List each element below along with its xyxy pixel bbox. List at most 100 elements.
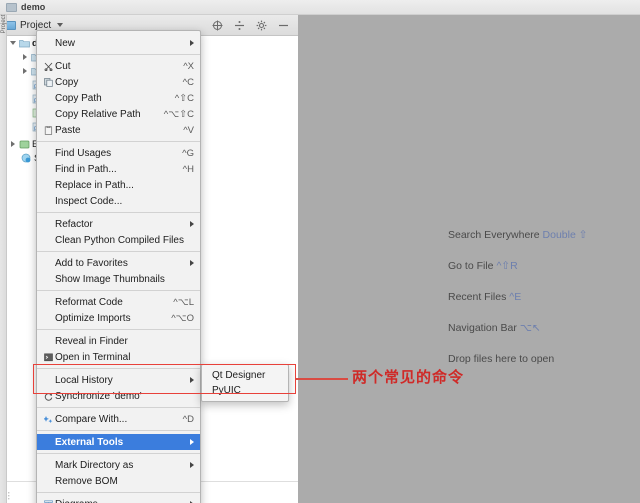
menu-item-label: Open in Terminal — [55, 352, 130, 363]
submenu-arrow-icon — [190, 462, 194, 468]
menu-item-replace-in-path[interactable]: Replace in Path... — [37, 177, 200, 193]
menu-item-label: Reveal in Finder — [55, 336, 128, 347]
menu-item-label: Local History — [55, 375, 113, 386]
menu-separator — [37, 251, 200, 252]
hint-navigation-bar: Navigation Bar ⌥↖ — [448, 322, 640, 334]
menu-item-reformat-code[interactable]: Reformat Code ^⌥L — [37, 294, 200, 310]
hint-label: Drop files here to open — [448, 353, 554, 365]
folder-icon — [18, 39, 30, 48]
editor-hints: Search Everywhere Double ⇧ Go to File ^⇧… — [448, 229, 640, 384]
hint-shortcut: Double ⇧ — [543, 229, 588, 241]
submenu-item-pyuic[interactable]: PyUIC — [202, 383, 288, 398]
folder-icon — [6, 3, 17, 12]
menu-item-label: Copy — [55, 77, 78, 88]
tool-window-rail[interactable]: Project — [0, 15, 7, 503]
annotation-note: 两个常见的命令 — [352, 366, 464, 387]
window-title-bar: demo — [0, 0, 640, 15]
menu-separator — [37, 54, 200, 55]
menu-item-open-in-terminal[interactable]: Open in Terminal — [37, 349, 200, 365]
menu-item-synchronize[interactable]: Synchronize 'demo' — [37, 388, 200, 404]
menu-item-external-tools[interactable]: External Tools — [37, 434, 200, 450]
menu-item-label: Show Image Thumbnails — [55, 274, 165, 285]
menu-item-find-in-path[interactable]: Find in Path... ^H — [37, 161, 200, 177]
scratch-icon — [20, 153, 32, 163]
menu-separator — [37, 368, 200, 369]
hint-shortcut: ^⇧R — [496, 260, 517, 272]
expand-toggle[interactable] — [20, 68, 30, 74]
expand-toggle[interactable] — [8, 141, 18, 147]
clipboard-icon — [41, 126, 55, 135]
context-menu[interactable]: New Cut ^X Copy ^C Copy Path ^⇧C Copy Re — [36, 30, 201, 503]
crosshair-icon[interactable] — [211, 19, 224, 32]
menu-item-remove-bom[interactable]: Remove BOM — [37, 473, 200, 489]
submenu-item-label: PyUIC — [212, 385, 241, 396]
copy-icon — [41, 78, 55, 87]
hint-shortcut: ⌥↖ — [520, 322, 541, 334]
menu-item-mark-directory-as[interactable]: Mark Directory as — [37, 457, 200, 473]
menu-item-diagrams[interactable]: Diagrams — [37, 496, 200, 503]
submenu-arrow-icon — [190, 377, 194, 383]
compare-icon — [41, 415, 55, 424]
library-icon — [18, 140, 30, 149]
menu-item-label: Find in Path... — [55, 164, 117, 175]
menu-item-accelerator: ^⌥O — [157, 313, 194, 324]
project-selector[interactable]: Project — [5, 20, 63, 31]
menu-separator — [37, 329, 200, 330]
menu-item-accelerator: ^X — [169, 61, 194, 72]
hint-label: Recent Files — [448, 291, 509, 303]
menu-item-accelerator: ^⇧C — [161, 93, 194, 104]
menu-item-show-image-thumbnails[interactable]: Show Image Thumbnails — [37, 271, 200, 287]
menu-separator — [37, 453, 200, 454]
menu-item-label: Cut — [55, 61, 71, 72]
menu-item-copy-relative-path[interactable]: Copy Relative Path ^⌥⇧C — [37, 106, 200, 122]
hint-label: Go to File — [448, 260, 496, 272]
refresh-icon — [41, 392, 55, 401]
project-tool-title: Project — [20, 20, 51, 31]
hint-label: Navigation Bar — [448, 322, 520, 334]
submenu-arrow-icon — [190, 221, 194, 227]
external-tools-submenu[interactable]: Qt Designer PyUIC — [201, 364, 289, 402]
menu-item-paste[interactable]: Paste ^V — [37, 122, 200, 138]
collapse-all-icon[interactable] — [233, 19, 246, 32]
menu-item-copy[interactable]: Copy ^C — [37, 74, 200, 90]
gear-icon[interactable] — [255, 19, 268, 32]
window-title: demo — [21, 2, 45, 12]
menu-item-label: Compare With... — [55, 414, 127, 425]
menu-item-copy-path[interactable]: Copy Path ^⇧C — [37, 90, 200, 106]
menu-item-label: Remove BOM — [55, 476, 118, 487]
menu-item-accelerator: ^C — [169, 77, 194, 88]
expand-toggle[interactable] — [20, 54, 30, 60]
menu-item-accelerator: ^G — [168, 148, 194, 159]
submenu-item-qt-designer[interactable]: Qt Designer — [202, 368, 288, 383]
expand-toggle[interactable] — [8, 41, 18, 45]
menu-item-add-to-favorites[interactable]: Add to Favorites — [37, 255, 200, 271]
menu-item-label: Refactor — [55, 219, 93, 230]
menu-item-new[interactable]: New — [37, 35, 200, 51]
menu-item-reveal-in-finder[interactable]: Reveal in Finder — [37, 333, 200, 349]
menu-item-find-usages[interactable]: Find Usages ^G — [37, 145, 200, 161]
menu-item-label: Inspect Code... — [55, 196, 122, 207]
menu-separator — [37, 492, 200, 493]
menu-item-cut[interactable]: Cut ^X — [37, 58, 200, 74]
menu-item-clean-python-compiled-files[interactable]: Clean Python Compiled Files — [37, 232, 200, 248]
menu-item-local-history[interactable]: Local History — [37, 372, 200, 388]
minimize-icon[interactable] — [277, 19, 290, 32]
menu-item-label: Synchronize 'demo' — [55, 391, 142, 402]
menu-item-inspect-code[interactable]: Inspect Code... — [37, 193, 200, 209]
menu-item-compare-with[interactable]: Compare With... ^D — [37, 411, 200, 427]
menu-item-refactor[interactable]: Refactor — [37, 216, 200, 232]
hint-recent-files: Recent Files ^E — [448, 291, 640, 303]
menu-separator — [37, 141, 200, 142]
menu-item-label: Diagrams — [55, 499, 98, 503]
menu-separator — [37, 430, 200, 431]
menu-item-optimize-imports[interactable]: Optimize Imports ^⌥O — [37, 310, 200, 326]
menu-item-accelerator: ^V — [169, 125, 194, 136]
menu-item-label: External Tools — [55, 437, 123, 448]
annotation-leader-line — [296, 378, 348, 380]
hint-shortcut: ^E — [509, 291, 521, 303]
menu-item-label: Replace in Path... — [55, 180, 134, 191]
rail-label-project[interactable]: Project — [1, 12, 7, 36]
menu-separator — [37, 290, 200, 291]
menu-item-label: Mark Directory as — [55, 460, 133, 471]
chevron-down-icon[interactable] — [57, 23, 63, 27]
